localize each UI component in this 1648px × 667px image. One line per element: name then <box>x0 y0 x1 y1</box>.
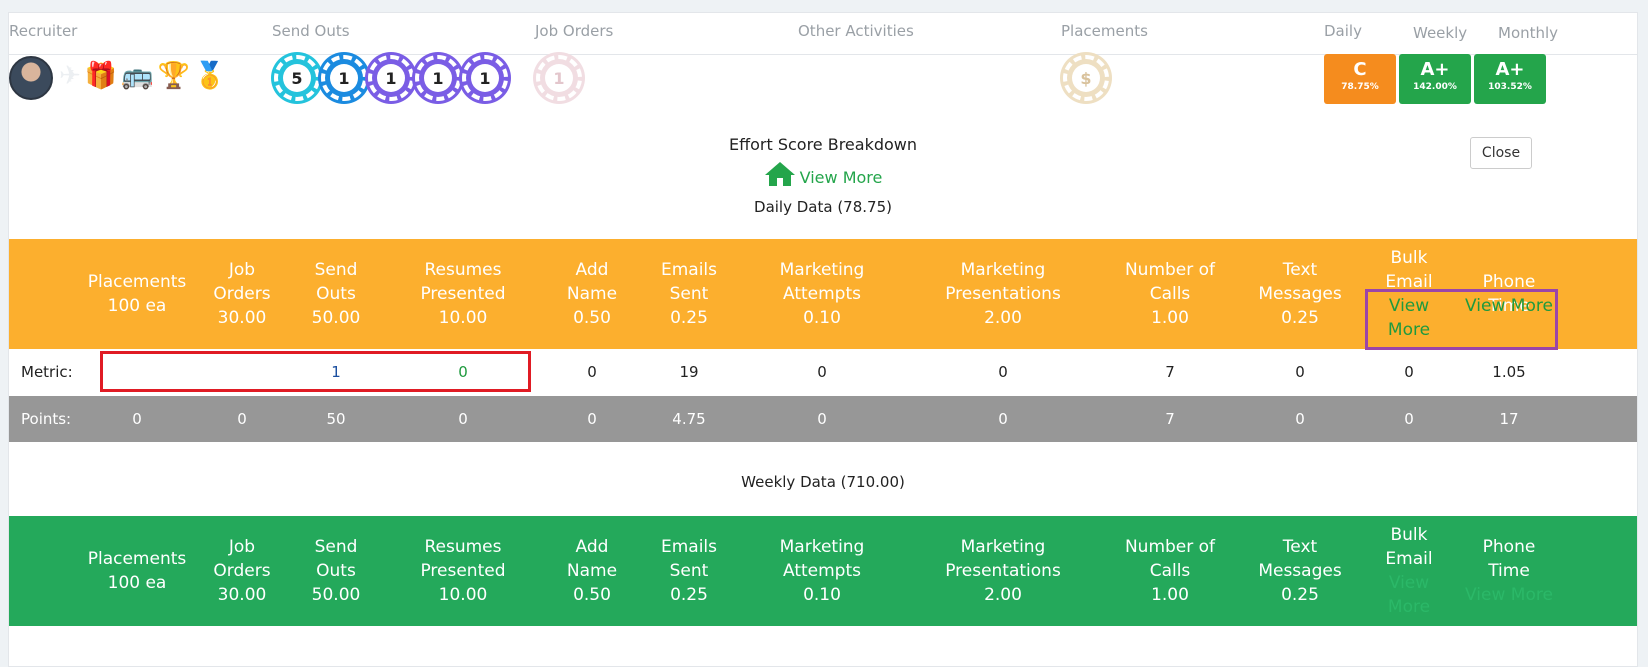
points-cell: 0 <box>132 410 142 428</box>
dollar-icon: $ <box>1072 64 1100 92</box>
metric-cell: 19 <box>679 363 699 381</box>
grade-percent: 78.75% <box>1341 82 1379 92</box>
send-out-chip[interactable]: 1 <box>415 55 461 101</box>
placement-chip[interactable]: $ <box>1063 55 1109 101</box>
chip-value: 5 <box>283 64 311 92</box>
points-cell: 50 <box>326 410 346 428</box>
effort-score-panel: Recruiter Send Outs Job Orders Other Act… <box>8 12 1638 667</box>
close-button[interactable]: Close <box>1470 137 1532 169</box>
col-number-of-calls: Number of Calls 1.00 <box>1124 260 1216 328</box>
points-cell: 0 <box>587 410 597 428</box>
grade-percent: 142.00% <box>1413 82 1457 92</box>
col-marketing-presentations: Marketing Presentations 2.00 <box>945 260 1061 328</box>
metric-cell: 7 <box>1165 363 1175 381</box>
col-marketing-attempts: Marketing Attempts 0.10 <box>779 260 865 328</box>
send-out-chip[interactable]: 1 <box>368 55 414 101</box>
header-recruiter: Recruiter <box>9 22 78 40</box>
col-resumes-presented: Resumes Presented 10.00 <box>420 537 506 605</box>
weekly-data-label: Weekly Data (710.00) <box>741 473 905 491</box>
col-text-messages: Text Messages 0.25 <box>1258 537 1342 605</box>
header-placements: Placements <box>1061 22 1148 40</box>
col-placements: Placements 100 ea <box>87 272 187 316</box>
recruiter-avatar[interactable] <box>9 56 53 100</box>
points-cell: 0 <box>1295 410 1305 428</box>
chip-value: 1 <box>424 64 452 92</box>
col-add-name: Add Name 0.50 <box>566 260 618 328</box>
points-row-label: Points: <box>21 410 72 428</box>
chip-value: 1 <box>545 64 573 92</box>
points-cell: 17 <box>1499 410 1519 428</box>
col-send-outs: Send Outs 50.00 <box>311 260 361 328</box>
col-emails-sent: Emails Sent 0.25 <box>660 537 718 605</box>
metric-cell: 0 <box>1295 363 1305 381</box>
col-emails-sent: Emails Sent 0.25 <box>660 260 718 328</box>
header-daily: Daily <box>1324 22 1362 40</box>
col-marketing-attempts: Marketing Attempts 0.10 <box>779 537 865 605</box>
col-placements: Placements 100 ea <box>87 549 187 593</box>
chip-value: 1 <box>330 64 358 92</box>
daily-grade-badge[interactable]: C 78.75% <box>1324 54 1396 104</box>
points-cell: 7 <box>1165 410 1175 428</box>
metric-cell: 0 <box>587 363 597 381</box>
header-send-outs: Send Outs <box>272 22 350 40</box>
points-row: Points: 0 0 50 0 0 4.75 0 0 7 0 0 17 <box>9 396 1637 442</box>
daily-data-label: Daily Data (78.75) <box>754 198 892 216</box>
col-job-orders: Job Orders 30.00 <box>213 537 271 605</box>
metric-cell: 0 <box>998 363 1008 381</box>
points-cell: 0 <box>237 410 247 428</box>
grade-letter: A+ <box>1495 59 1525 80</box>
send-out-chip[interactable]: 1 <box>321 55 367 101</box>
points-cell: 0 <box>458 410 468 428</box>
col-marketing-presentations: Marketing Presentations 2.00 <box>945 537 1061 605</box>
col-add-name: Add Name 0.50 <box>566 537 618 605</box>
metric-cell: 1.05 <box>1492 363 1526 381</box>
points-cell: 4.75 <box>672 410 706 428</box>
grade-percent: 103.52% <box>1488 82 1532 92</box>
metric-row-label: Metric: <box>21 363 73 381</box>
send-out-chip[interactable]: 1 <box>462 55 508 101</box>
weekly-header-band: Placements 100 ea Job Orders 30.00 Send Outs… <box>9 516 1637 626</box>
chip-value: 1 <box>377 64 405 92</box>
home-icon <box>764 162 795 186</box>
highlight-box-purple <box>1365 289 1558 350</box>
view-more-label: View More <box>799 168 883 187</box>
col-phone-time: PhoneTimeView More <box>1465 537 1553 605</box>
highlight-box-red <box>100 351 531 392</box>
monthly-grade-badge[interactable]: A+ 103.52% <box>1474 54 1546 104</box>
grade-letter: C <box>1353 59 1367 80</box>
weekly-grade-badge[interactable]: A+ 142.00% <box>1399 54 1471 104</box>
col-job-orders: Job Orders 30.00 <box>213 260 271 328</box>
achievement-badges-icon: ✈🎁🚌🏆🥇 <box>59 61 231 91</box>
phone-time-view-more-link[interactable]: View More <box>1465 585 1553 605</box>
grade-letter: A+ <box>1420 59 1450 80</box>
points-cell: 0 <box>1404 410 1414 428</box>
col-resumes-presented: Resumes Presented 10.00 <box>420 260 506 328</box>
breakdown-title: Effort Score Breakdown <box>728 135 918 154</box>
send-out-chip[interactable]: 5 <box>274 55 320 101</box>
header-job-orders: Job Orders <box>535 22 614 40</box>
job-order-chip[interactable]: 1 <box>536 55 582 101</box>
chip-value: 1 <box>471 64 499 92</box>
metric-cell: 0 <box>817 363 827 381</box>
header-weekly: Weekly <box>1413 24 1468 42</box>
view-more-link[interactable]: View More <box>9 161 1637 187</box>
metric-cell: 0 <box>1404 363 1414 381</box>
header-monthly: Monthly <box>1498 24 1559 42</box>
col-number-of-calls: Number of Calls 1.00 <box>1124 537 1216 605</box>
bulk-email-view-more-link[interactable]: View More <box>1379 571 1439 619</box>
col-text-messages: Text Messages 0.25 <box>1258 260 1342 328</box>
points-cell: 0 <box>817 410 827 428</box>
col-bulk-email: Bulk Email View More <box>1364 516 1454 626</box>
col-send-outs: Send Outs 50.00 <box>311 537 361 605</box>
points-cell: 0 <box>998 410 1008 428</box>
header-other-activities: Other Activities <box>798 22 914 40</box>
